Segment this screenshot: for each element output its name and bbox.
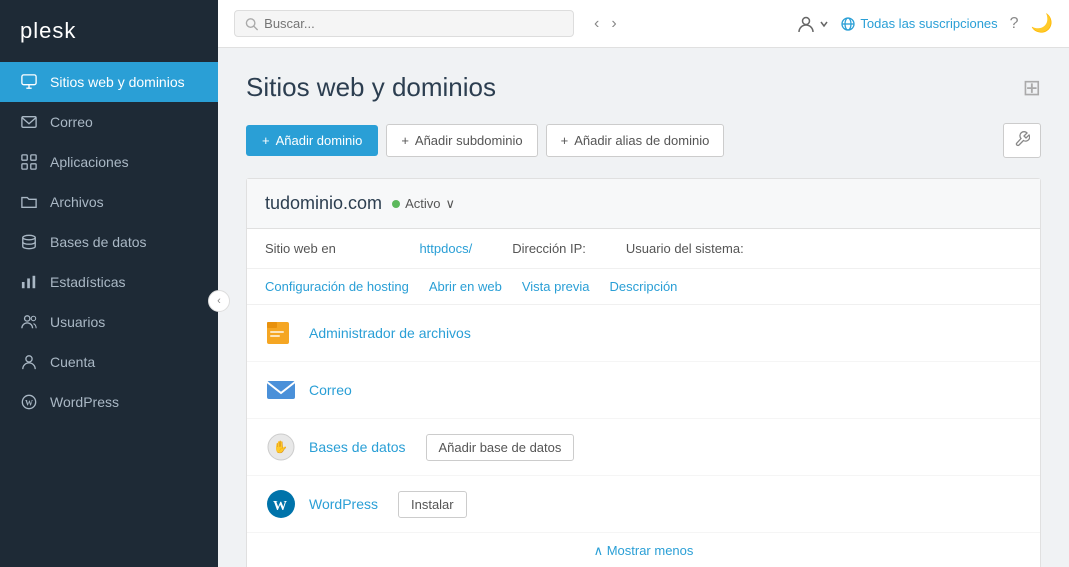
sidebar-nav: Sitios web y dominios Correo — [0, 62, 218, 567]
sidebar-item-users[interactable]: Usuarios — [0, 302, 218, 342]
page-header: Sitios web y dominios ⊞ — [246, 72, 1041, 103]
status-label: Activo — [405, 196, 440, 211]
domain-card: tudominio.com Activo ∨ Sitio web en http… — [246, 178, 1041, 567]
databases-feature-icon: ✋ — [265, 431, 297, 463]
webroot-label: Sitio web en — [265, 241, 336, 256]
plus-icon-alias: + — [561, 133, 569, 148]
sidebar-item-databases[interactable]: Bases de datos — [0, 222, 218, 262]
sidebar-item-mail[interactable]: Correo — [0, 102, 218, 142]
svg-text:W: W — [273, 499, 287, 514]
layout-toggle-btn[interactable]: ⊞ — [1023, 75, 1041, 101]
sidebar-item-account-label: Cuenta — [50, 354, 95, 370]
add-domain-button[interactable]: + Añadir dominio — [246, 125, 378, 156]
wp-icon: W — [20, 393, 38, 411]
nav-back-btn[interactable]: ‹ — [590, 13, 603, 35]
feature-databases-row: ✋ Bases de datos Añadir base de datos — [247, 419, 1040, 476]
svg-text:✋: ✋ — [273, 440, 288, 454]
sidebar-item-sites-label: Sitios web y dominios — [50, 74, 185, 90]
globe-icon — [20, 73, 38, 91]
description-link[interactable]: Descripción — [610, 279, 678, 294]
files-feature-link[interactable]: Administrador de archivos — [309, 325, 471, 341]
sidebar-item-databases-label: Bases de datos — [50, 234, 147, 250]
collapse-toggle[interactable]: ∧ Mostrar menos — [247, 533, 1040, 567]
database-icon — [20, 233, 38, 251]
add-alias-button[interactable]: + Añadir alias de dominio — [546, 124, 725, 157]
user-avatar-icon — [797, 15, 815, 33]
nav-arrows: ‹ › — [590, 13, 621, 35]
domain-name: tudominio.com — [265, 193, 382, 214]
subscriptions-btn[interactable]: Todas las suscripciones — [841, 16, 997, 31]
plus-icon-subdomain: + — [401, 133, 409, 148]
search-box[interactable] — [234, 10, 574, 37]
chart-icon — [20, 273, 38, 291]
sidebar-item-mail-label: Correo — [50, 114, 93, 130]
theme-toggle-btn[interactable]: 🌙 — [1031, 13, 1053, 34]
mail-icon — [20, 113, 38, 131]
ip-label: Dirección IP: — [512, 241, 586, 256]
topbar: ‹ › Todas las suscripciones — [218, 0, 1069, 48]
content-area: Sitios web y dominios ⊞ + Añadir dominio… — [218, 48, 1069, 567]
sidebar-item-apps[interactable]: Aplicaciones — [0, 142, 218, 182]
mail-feature-icon — [265, 374, 297, 406]
status-dot — [392, 200, 400, 208]
feature-mail-row: Correo — [247, 362, 1040, 419]
help-btn[interactable]: ? — [1010, 15, 1019, 33]
sidebar-item-account[interactable]: Cuenta — [0, 342, 218, 382]
preview-link[interactable]: Vista previa — [522, 279, 590, 294]
databases-feature-link[interactable]: Bases de datos — [309, 439, 406, 455]
domain-links: Configuración de hosting Abrir en web Vi… — [247, 269, 1040, 305]
sidebar: plesk Sitios web y dominios — [0, 0, 218, 567]
sidebar-item-wordpress-label: WordPress — [50, 394, 119, 410]
subscriptions-label: Todas las suscripciones — [860, 16, 997, 31]
feature-wordpress-row: W WordPress Instalar — [247, 476, 1040, 533]
search-input[interactable] — [264, 16, 563, 31]
nav-fwd-btn[interactable]: › — [607, 13, 620, 35]
add-subdomain-button[interactable]: + Añadir subdominio — [386, 124, 537, 157]
tools-button[interactable] — [1003, 123, 1041, 158]
svg-text:W: W — [25, 399, 33, 408]
person-icon — [20, 353, 38, 371]
sidebar-item-wordpress[interactable]: W WordPress — [0, 382, 218, 422]
wordpress-feature-link[interactable]: WordPress — [309, 496, 378, 512]
wrench-icon — [1014, 131, 1030, 147]
sidebar-item-stats[interactable]: Estadísticas — [0, 262, 218, 302]
domain-header: tudominio.com Activo ∨ — [247, 179, 1040, 229]
sidebar-item-files-label: Archivos — [50, 194, 104, 210]
files-feature-icon — [265, 317, 297, 349]
search-icon — [245, 17, 258, 31]
sidebar-item-apps-label: Aplicaciones — [50, 154, 129, 170]
status-badge[interactable]: Activo ∨ — [392, 196, 455, 212]
install-wordpress-button[interactable]: Instalar — [398, 491, 467, 518]
sidebar-item-users-label: Usuarios — [50, 314, 105, 330]
globe-icon — [841, 17, 855, 31]
grid-icon — [20, 153, 38, 171]
open-web-link[interactable]: Abrir en web — [429, 279, 502, 294]
hosting-config-link[interactable]: Configuración de hosting — [265, 279, 409, 294]
sidebar-item-stats-label: Estadísticas — [50, 274, 125, 290]
sidebar-collapse-btn[interactable]: ‹ — [208, 290, 230, 312]
add-database-button[interactable]: Añadir base de datos — [426, 434, 575, 461]
feature-files-row: Administrador de archivos — [247, 305, 1040, 362]
sysuser-label: Usuario del sistema: — [626, 241, 744, 256]
sidebar-item-files[interactable]: Archivos — [0, 182, 218, 222]
chevron-down-icon — [819, 19, 829, 29]
main-content: ‹ › Todas las suscripciones — [218, 0, 1069, 567]
user-menu[interactable] — [797, 15, 829, 33]
wp-feature-icon: W — [265, 488, 297, 520]
domain-info: Sitio web en httpdocs/ Dirección IP: Usu… — [247, 229, 1040, 269]
action-buttons: + Añadir dominio + Añadir subdominio + A… — [246, 123, 1041, 158]
app-logo: plesk — [0, 0, 218, 62]
page-title: Sitios web y dominios — [246, 72, 496, 103]
sidebar-item-sites[interactable]: Sitios web y dominios — [0, 62, 218, 102]
plus-icon: + — [262, 133, 270, 148]
mail-feature-link[interactable]: Correo — [309, 382, 352, 398]
folder-icon — [20, 193, 38, 211]
users-icon — [20, 313, 38, 331]
status-chevron: ∨ — [445, 196, 455, 212]
topbar-right: Todas las suscripciones ? 🌙 — [797, 13, 1053, 34]
webroot-link[interactable]: httpdocs/ — [419, 241, 472, 256]
